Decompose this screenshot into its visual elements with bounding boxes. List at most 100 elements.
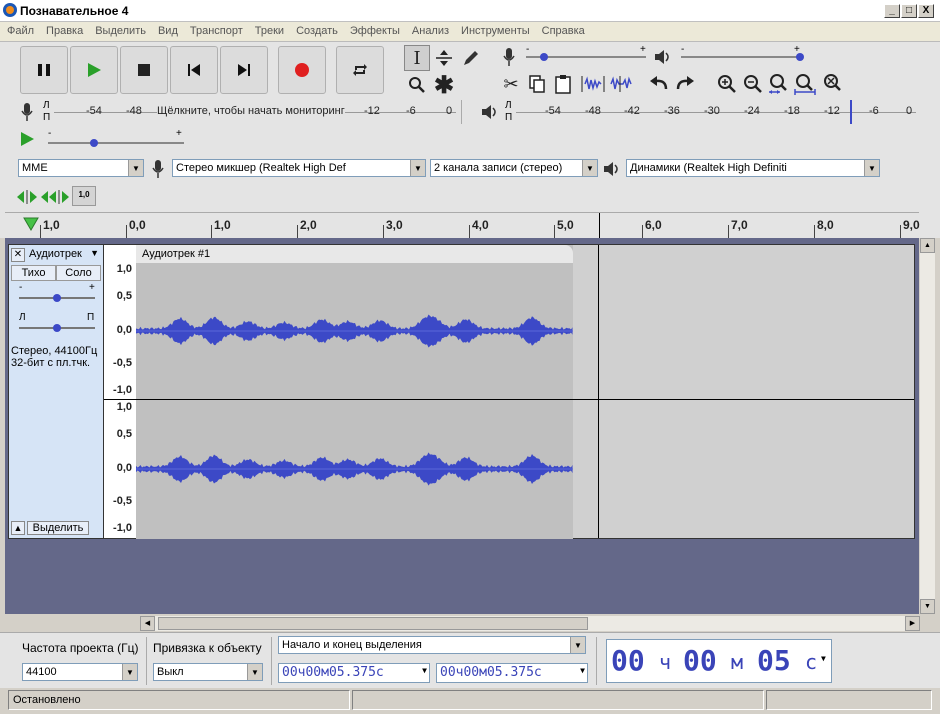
output-device-select[interactable]: Динамики (Realtek High Definiti ▼ (626, 159, 880, 177)
clip-title-bar[interactable]: Аудиотрек #1 (136, 245, 573, 263)
select-track-button[interactable]: Выделить (27, 521, 89, 535)
play-at-speed-button[interactable] (18, 130, 40, 150)
paste-button[interactable] (550, 71, 576, 97)
envelope-tool[interactable] (431, 45, 457, 71)
time-display[interactable]: 00 ч 00 м 05 с ▼ (606, 639, 832, 683)
cut-button[interactable]: ✂ (498, 71, 524, 97)
track-name-menu[interactable]: Аудиотрек ▼ (27, 248, 103, 262)
skip-to-start-button[interactable] (170, 46, 218, 94)
draw-tool[interactable] (458, 45, 484, 71)
menu-tools[interactable]: Инструменты (454, 22, 535, 37)
timeline-tick-label: 7,0 (731, 218, 748, 232)
loop-button[interactable] (336, 46, 384, 94)
close-button[interactable]: X (918, 4, 934, 18)
scrub-icon[interactable] (16, 188, 38, 206)
audio-host-select[interactable]: MME ▼ (18, 159, 144, 177)
chevron-down-icon: ▼ (580, 666, 585, 675)
play-volume-slider[interactable] (681, 56, 801, 58)
vertical-amplitude-ruler[interactable]: 1,0 0,5 0,0 -0,5 -1,0 1,0 0,5 0,0 -0,5 -… (104, 244, 136, 539)
audio-clip[interactable]: Аудиотрек #1 (136, 244, 573, 539)
rec-volume-thumb[interactable] (540, 53, 548, 61)
menu-file[interactable]: Файл (0, 22, 39, 37)
waveform[interactable] (136, 263, 573, 540)
mute-button[interactable]: Тихо (11, 265, 56, 281)
close-track-button[interactable]: ✕ (11, 248, 25, 262)
timeline-tick (469, 225, 470, 239)
trim-button[interactable] (580, 71, 606, 97)
fit-project-button[interactable] (792, 71, 818, 97)
scroll-up-button[interactable]: ▲ (920, 238, 935, 253)
zoom-tool[interactable] (404, 72, 430, 98)
menu-transport[interactable]: Транспорт (183, 22, 248, 37)
pan-left-label: Л (19, 312, 26, 323)
horizontal-scrollbar[interactable]: ◀ ▶ (140, 616, 920, 631)
playback-speed-thumb[interactable] (90, 139, 98, 147)
zoom-in-button[interactable] (714, 71, 740, 97)
scroll-right-button[interactable]: ▶ (905, 616, 920, 631)
selection-start-time[interactable]: 00ч00м05.375с ▼ (278, 663, 430, 683)
seek-icon[interactable] (40, 188, 70, 206)
zoom-toggle-button[interactable] (820, 71, 846, 97)
scrub-ruler-toggle[interactable]: 1,0 (72, 186, 96, 206)
track-control-panel[interactable]: ✕ Аудиотрек ▼ Тихо Соло - + Л П Стерео, 4… (8, 244, 104, 539)
input-channels-select[interactable]: 2 канала записи (стерео) ▼ (430, 159, 598, 177)
menu-select[interactable]: Выделить (88, 22, 151, 37)
scroll-down-button[interactable]: ▼ (920, 599, 935, 614)
snap-to-select[interactable]: Выкл ▼ (153, 663, 263, 681)
fit-selection-button[interactable] (766, 71, 792, 97)
silence-button[interactable] (608, 71, 634, 97)
recording-meter[interactable]: Л П -54 -48 Щёлкните, чтобы начать монит… (14, 100, 462, 124)
menu-help[interactable]: Справка (535, 22, 590, 37)
menu-effects[interactable]: Эффекты (343, 22, 405, 37)
project-rate-select[interactable]: 44100 ▼ (22, 663, 138, 681)
play-meter-tick: 0 (906, 105, 913, 117)
menu-edit[interactable]: Правка (39, 22, 88, 37)
pan-slider-thumb[interactable] (53, 324, 61, 332)
record-button[interactable] (278, 46, 326, 94)
copy-button[interactable] (524, 71, 550, 97)
input-device-select[interactable]: Стерео микшер (Realtek High Def ▼ (172, 159, 426, 177)
timeline-tick (814, 225, 815, 239)
solo-button[interactable]: Соло (56, 265, 101, 281)
meter-left-channel: Л (43, 100, 50, 111)
arrow-up-icon: ▲ (924, 242, 931, 249)
empty-track-area[interactable] (573, 244, 915, 539)
playback-speed-slider[interactable] (48, 142, 184, 144)
pan-right-label: П (87, 312, 95, 323)
selection-mode-select[interactable]: Начало и конец выделения ▼ (278, 636, 586, 654)
redo-button[interactable] (672, 71, 698, 97)
menu-analyze[interactable]: Анализ (405, 22, 454, 37)
play-volume-thumb[interactable] (796, 53, 804, 61)
zoom-out-button[interactable] (740, 71, 766, 97)
stop-button[interactable] (120, 46, 168, 94)
pause-button[interactable] (20, 46, 68, 94)
minimize-button[interactable]: _ (884, 4, 900, 18)
undo-button[interactable] (646, 71, 672, 97)
playhead-triangle-icon[interactable] (23, 217, 39, 231)
selection-tool[interactable]: I (404, 45, 430, 71)
selection-end-time[interactable]: 00ч00м05.375с ▼ (436, 663, 588, 683)
menu-tracks[interactable]: Треки (248, 22, 289, 37)
timeline-ruler[interactable]: 1,0 0,0 1,0 2,0 3,0 4,0 5,0 6,0 7,0 8,0 9,0 (5, 212, 920, 239)
time-minutes-unit: м (731, 650, 744, 674)
gain-slider-thumb[interactable] (53, 294, 61, 302)
scroll-left-button[interactable]: ◀ (140, 616, 155, 631)
collapse-track-button[interactable]: ▲ (11, 521, 25, 535)
chevron-down-icon: ▼ (821, 654, 826, 663)
timeline-tick (126, 225, 127, 239)
speaker-icon (604, 162, 618, 176)
play-icon (88, 63, 101, 77)
play-meter-tick: -18 (784, 105, 800, 117)
horizontal-scroll-thumb[interactable] (158, 617, 588, 630)
play-button[interactable] (70, 46, 118, 94)
amplitude-tick: -0,5 (113, 357, 132, 369)
skip-to-end-button[interactable] (220, 46, 268, 94)
menu-view[interactable]: Вид (151, 22, 183, 37)
multi-tool[interactable]: ✱ (431, 72, 457, 99)
play-meter-tick: -48 (585, 105, 601, 117)
monitoring-prompt[interactable]: Щёлкните, чтобы начать мониторинг (157, 105, 345, 117)
maximize-button[interactable]: □ (901, 4, 917, 18)
vertical-scrollbar[interactable]: ▲ ▼ (920, 238, 935, 614)
menu-generate[interactable]: Создать (289, 22, 343, 37)
playback-meter[interactable]: Л П -54 -48 -42 -36 -30 -24 -18 -12 -6 0 (476, 100, 922, 124)
